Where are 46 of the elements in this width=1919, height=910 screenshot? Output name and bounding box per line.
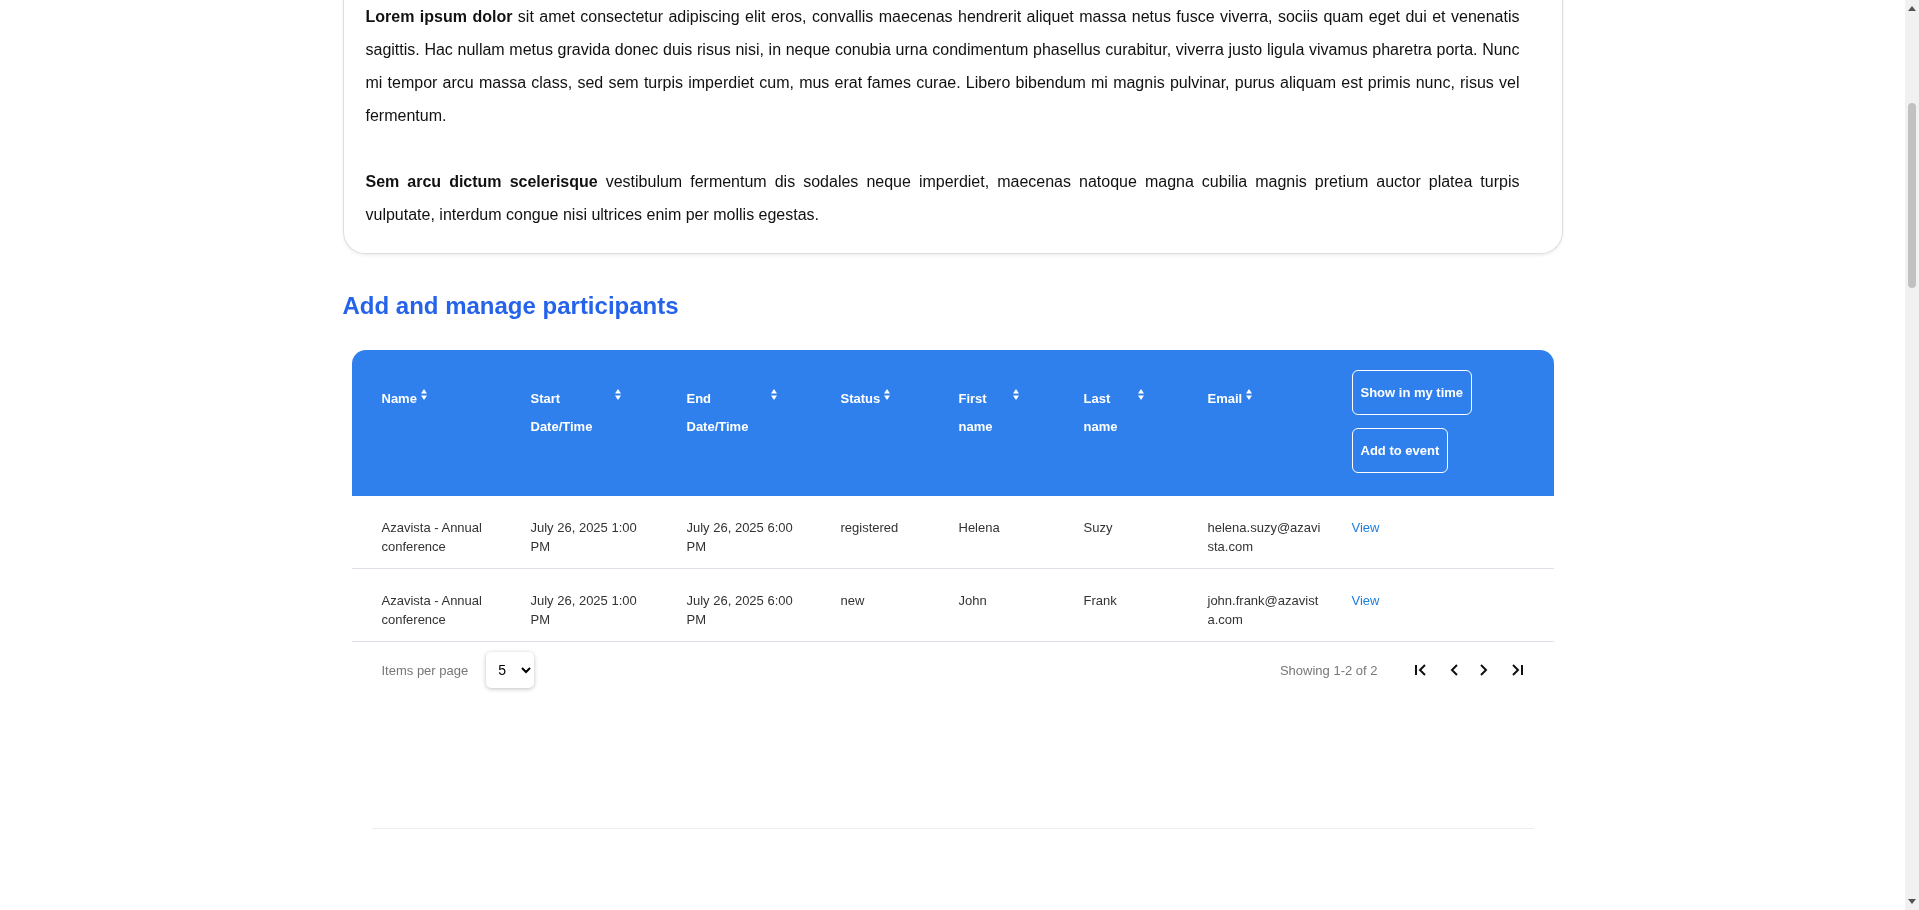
- showing-count: Showing 1-2 of 2: [1279, 662, 1378, 678]
- sort-icon[interactable]: [1012, 389, 1019, 400]
- table-cell-text: Helena: [958, 519, 1001, 537]
- column-header[interactable]: Email: [1207, 385, 1243, 413]
- paragraph: Sem arcu dictum scelerisque vestibulum fermentum dis sodales neque imperdiet, maecenas natoque magna cubilia magnis pretium auctor platea turpis vulputate, interdum congue nisi ultrices enim per mollis egestas.: [365, 172, 1520, 225]
- items-per-page-label: Items per page: [381, 662, 469, 678]
- column-header[interactable]: Last name: [1083, 385, 1134, 441]
- sort-icon[interactable]: [614, 389, 621, 400]
- table-cell-text: registered: [840, 519, 900, 537]
- last-page-icon[interactable]: [1509, 664, 1524, 676]
- column-header[interactable]: End Date/Time: [686, 385, 767, 441]
- next-page-icon[interactable]: [1479, 664, 1488, 676]
- table-cell-text: Suzy: [1083, 519, 1114, 537]
- table-cell-text: john.frank@azavista.com: [1207, 592, 1320, 629]
- table-cell-text: July 26, 2025 6:00 PM: [686, 592, 794, 629]
- sort-icon[interactable]: [884, 389, 891, 400]
- column-header[interactable]: First name: [958, 385, 1009, 441]
- header-button[interactable]: Add to event: [1351, 428, 1449, 473]
- section-title: Add and manage participants: [342, 292, 680, 320]
- previous-page-icon[interactable]: [1449, 664, 1458, 676]
- table-cell-text: July 26, 2025 1:00 PM: [530, 592, 638, 629]
- table-cell-text: Azavista - Annual conference: [381, 519, 483, 556]
- table-cell-text: new: [840, 592, 866, 610]
- sort-icon[interactable]: [1246, 389, 1253, 400]
- sort-icon[interactable]: [1137, 389, 1144, 400]
- items-per-page-select[interactable]: 5: [486, 652, 535, 688]
- table-cell-text: helena.suzy@azavista.com: [1207, 519, 1322, 556]
- table-cell-text: July 26, 2025 6:00 PM: [686, 519, 794, 556]
- column-header[interactable]: Name: [381, 385, 417, 413]
- sort-icon[interactable]: [420, 389, 427, 400]
- column-header[interactable]: Status: [840, 385, 881, 413]
- table-cell-text: John: [958, 592, 988, 610]
- scroll-down-icon[interactable]: [1908, 899, 1916, 904]
- paragraph: Lorem ipsum dolor sit amet consectetur adipiscing elit eros, convallis maecenas hendrerit aliquet massa netus fusce viverra, sociis quam eget dui et venenatis sagittis. Hac nullam metus gravida donec duis risus nisi, in neque conubia urna condimentum phasellus curabitur, viverra justo ligula vivamus pharetra porta. Nunc mi tempor arcu massa class, sed sem turpis imperdiet cum, mus erat fames curae. Libero bibendum mi magnis pulvinar, purus aliquam est primis nunc, risus vel fermentum.: [365, 7, 1520, 126]
- table-cell-text: Azavista - Annual conference: [381, 592, 483, 629]
- table-cell-text: Frank: [1083, 592, 1118, 610]
- view-link[interactable]: View: [1351, 520, 1380, 535]
- column-header[interactable]: Start Date/Time: [530, 385, 611, 441]
- scrollbar[interactable]: [1905, 0, 1919, 910]
- scroll-up-icon[interactable]: [1908, 6, 1916, 11]
- scrollbar-thumb[interactable]: [1908, 103, 1916, 288]
- table-cell-text: July 26, 2025 1:00 PM: [530, 519, 638, 556]
- sort-icon[interactable]: [770, 389, 777, 400]
- first-page-icon[interactable]: [1413, 664, 1428, 676]
- view-link[interactable]: View: [1351, 593, 1380, 608]
- header-button[interactable]: Show in my time: [1351, 370, 1473, 415]
